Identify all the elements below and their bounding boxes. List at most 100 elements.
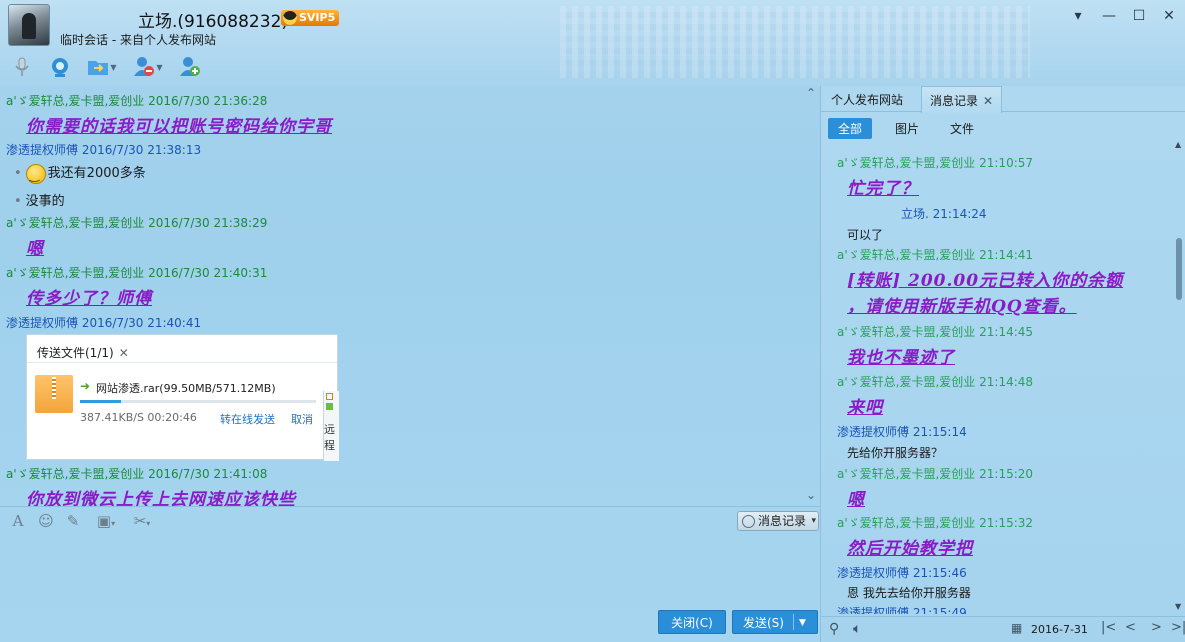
title-bar: 立场.(916088232) SVIP5 临时会话 - 来自个人发布网站 ▾ —… (0, 0, 1185, 86)
message-text: 嗯 (26, 239, 44, 259)
transfer-progress-bar (80, 400, 316, 403)
message-header: a'ゞ爱轩总,爱卡盟,爱创业 2016/7/30 21:36:28 (6, 92, 267, 109)
send-button[interactable]: 发送(S) ▼ (732, 610, 818, 634)
file-transfer-card: 传送文件(1/1) ✕ ➜ 网站渗透.rar(99.50MB/571.12MB) … (26, 334, 339, 461)
history-date[interactable]: 2016-7-31 (1031, 623, 1088, 636)
smiley-emoji-icon (25, 163, 46, 184)
message-text: 你需要的话我可以把账号密码给你宇哥 (26, 117, 332, 137)
scroll-thumb[interactable] (1176, 238, 1182, 300)
history-text: 先给你开服务器？ (847, 446, 944, 460)
file-transfer-title: 传送文件(1/1) (37, 346, 114, 360)
history-scrollbar[interactable]: ▲ ▼ (1173, 140, 1185, 614)
add-contact-icon[interactable] (174, 54, 206, 80)
message-sender[interactable]: a'ゞ爱轩总,爱卡盟,爱创业 (6, 216, 144, 230)
online-send-link[interactable]: 转在线发送 (220, 411, 275, 427)
history-text: 来吧 (847, 398, 883, 418)
message-sender[interactable]: a'ゞ爱轩总,爱卡盟,爱创业 (6, 94, 144, 108)
history-header: a'ゞ爱轩总,爱卡盟,爱创业 21:14:48 (837, 375, 1034, 389)
tab-label: 消息记录 (930, 94, 979, 108)
screenshot-scissors-icon[interactable]: ✂▾ (126, 512, 158, 530)
filter-files[interactable]: 文件 (940, 118, 984, 139)
message-text: 传多少了？师傅 (26, 289, 152, 309)
history-footer: ⚲ 🔈︎ ▦ 2016-7-31 |< < > >| (821, 616, 1185, 642)
file-transfer-header: 传送文件(1/1) ✕ (27, 335, 337, 363)
history-text: ，请使用新版手机QQ查看。 (847, 297, 1077, 317)
history-list[interactable]: a'ゞ爱轩总,爱卡盟,爱创业 21:10:57 忙完了？ 立场. 21:14:2… (821, 140, 1173, 614)
close-icon[interactable]: ✕ (983, 94, 993, 108)
history-text: 忙完了？ (847, 179, 919, 199)
message-header: a'ゞ爱轩总,爱卡盟,爱创业 2016/7/30 21:41:08 (6, 465, 267, 482)
message-time: 2016/7/30 21:41:08 (148, 467, 268, 481)
search-icon[interactable]: ⚲ (829, 621, 839, 637)
video-icon[interactable] (44, 54, 76, 80)
font-icon[interactable]: A (8, 512, 28, 530)
first-page-icon[interactable]: |< (1101, 620, 1116, 635)
microphone-icon[interactable] (6, 54, 38, 80)
tab-personal-site[interactable]: 个人发布网站 (831, 91, 903, 108)
message-header: 渗透提权师傅 2016/7/30 21:40:41 (6, 314, 201, 331)
message-time: 2016/7/30 21:38:29 (148, 216, 268, 230)
chevron-down-icon[interactable]: ▾ (811, 512, 816, 530)
chat-history[interactable]: ⌃ a'ゞ爱轩总,爱卡盟,爱创业 2016/7/30 21:36:28 你需要的… (0, 86, 820, 506)
collapse-icon[interactable]: ⌃ (806, 86, 816, 100)
square-icon (326, 393, 333, 400)
history-header: a'ゞ爱轩总,爱卡盟,爱创业 21:10:57 (837, 156, 1034, 170)
message-time: 2016/7/30 21:38:13 (81, 143, 202, 157)
history-header: a'ゞ爱轩总,爱卡盟,爱创业 21:14:41 (837, 248, 1034, 262)
message-text: • 没事的 (14, 194, 65, 209)
scroll-bottom-icon[interactable]: ⌄ (806, 488, 816, 502)
file-name: 网站渗透.rar(99.50MB/571.12MB) (96, 382, 276, 395)
history-text: 我也不墨迹了 (847, 348, 955, 368)
cancel-transfer-link[interactable]: 取消 (291, 411, 313, 427)
message-sender[interactable]: a'ゞ爱轩总,爱卡盟,爱创业 (6, 467, 144, 481)
scroll-up-icon[interactable]: ▲ (1175, 140, 1181, 149)
tab-message-history[interactable]: 消息记录 ✕ (921, 86, 1003, 113)
chevron-down-icon[interactable]: ▼ (110, 63, 116, 72)
history-header: a'ゞ爱轩总,爱卡盟,爱创业 21:15:20 (837, 467, 1034, 481)
window-menu-button[interactable]: ▾ (1067, 6, 1089, 26)
transfer-rate: 387.41KB/S 00:20:46 (80, 411, 197, 424)
maximize-button[interactable]: ☐ (1128, 6, 1150, 26)
last-page-icon[interactable]: >| (1171, 620, 1185, 635)
close-chat-button[interactable]: 关闭(C) (658, 610, 726, 634)
close-window-button[interactable]: ✕ (1158, 6, 1180, 26)
prev-page-icon[interactable]: < (1125, 620, 1136, 635)
send-options-icon[interactable]: ▼ (799, 611, 806, 635)
side-text: 远程 (324, 423, 335, 452)
message-sender[interactable]: 渗透提权师傅 (6, 316, 78, 330)
panel-tabs: 个人发布网站 消息记录 ✕ (821, 86, 1185, 113)
history-header: 渗透提权师傅 21:15:49 (837, 606, 967, 614)
image-icon[interactable]: ▣▾ (90, 512, 122, 530)
message-time: 2016/7/30 21:40:31 (148, 266, 268, 280)
history-text: 可以了 (847, 228, 884, 242)
edit-icon[interactable]: ✎ (63, 512, 83, 530)
send-arrow-icon: ➜ (80, 379, 91, 393)
scroll-down-icon[interactable]: ▼ (1175, 602, 1181, 611)
zip-file-icon[interactable] (35, 375, 73, 413)
message-text: •我还有2000多条 (14, 162, 146, 184)
calendar-icon[interactable]: ▦ (1011, 621, 1022, 635)
file-transfer-icon[interactable]: ▼ (82, 54, 122, 80)
transfer-side-strip: 远程 (323, 391, 339, 461)
message-time: 2016/7/30 21:40:41 (81, 316, 202, 330)
message-sender[interactable]: a'ゞ爱轩总,爱卡盟,爱创业 (6, 266, 144, 280)
close-icon[interactable]: ✕ (119, 346, 129, 360)
next-page-icon[interactable]: > (1151, 620, 1162, 635)
history-header: a'ゞ爱轩总,爱卡盟,爱创业 21:15:32 (837, 516, 1034, 530)
contact-name[interactable]: 立场.(916088232) (138, 7, 288, 32)
contact-avatar[interactable] (8, 4, 50, 46)
minimize-button[interactable]: — (1098, 6, 1120, 26)
filter-images[interactable]: 图片 (885, 118, 929, 139)
divider (793, 614, 794, 630)
svip-badge[interactable]: SVIP5 (281, 10, 340, 26)
message-history-button[interactable]: 消息记录 ▾ (737, 511, 819, 531)
side-panel: 个人发布网站 消息记录 ✕ 全部 图片 文件 a'ゞ爱轩总,爱卡盟,爱创业 21:… (820, 86, 1185, 642)
message-input[interactable] (0, 534, 820, 606)
speaker-icon[interactable]: 🔈︎ (853, 621, 861, 637)
remote-assist-icon[interactable]: ▼ (128, 54, 168, 80)
chevron-down-icon[interactable]: ▼ (156, 63, 162, 72)
message-sender[interactable]: 渗透提权师傅 (6, 143, 78, 157)
emoji-icon[interactable]: ☺ (36, 512, 56, 530)
filter-all[interactable]: 全部 (828, 118, 873, 139)
history-header: a'ゞ爱轩总,爱卡盟,爱创业 21:14:45 (837, 325, 1034, 339)
